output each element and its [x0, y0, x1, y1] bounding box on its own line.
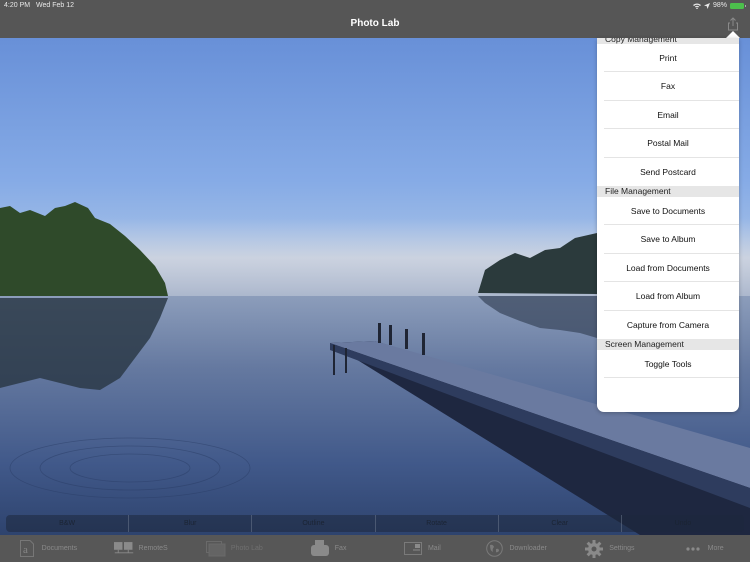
location-icon — [703, 2, 710, 9]
bw-filter-button[interactable]: B&W — [6, 515, 130, 532]
menu-item-capture-from-camera[interactable]: Capture from Camera — [604, 311, 739, 339]
tab-fax[interactable]: Fax — [281, 535, 375, 562]
menu-item-print[interactable]: Print — [604, 44, 739, 73]
photos-icon — [205, 540, 226, 558]
tab-label: RemoteS — [138, 545, 168, 552]
filter-toolbar: B&W Blur Outline Rotate Clear Undo — [6, 515, 744, 532]
tab-label: Mail — [427, 545, 441, 552]
menu-item-fax[interactable]: Fax — [604, 72, 739, 101]
tab-photo-lab[interactable]: Photo Lab — [188, 535, 282, 562]
gear-icon — [584, 539, 604, 558]
top-bar: 4:20 PM Wed Feb 12 98% Photo Lab — [0, 0, 750, 38]
tab-remotes[interactable]: RemoteS — [94, 535, 188, 562]
popover-arrow — [726, 31, 740, 38]
menu-item-save-to-album[interactable]: Save to Album — [604, 225, 739, 254]
tab-label: Documents — [41, 545, 78, 552]
rotate-button[interactable]: Rotate — [376, 515, 499, 532]
document-icon: a — [17, 540, 37, 558]
tab-label: Fax — [334, 545, 347, 552]
clear-button[interactable]: Clear — [499, 515, 622, 532]
page-title: Photo Lab — [350, 18, 400, 29]
menu-item-postal-mail[interactable]: Postal Mail — [604, 129, 739, 158]
svg-text:a: a — [23, 544, 28, 556]
tab-bar: a Documents RemoteS Photo Lab Fax Mail D… — [0, 535, 750, 562]
menu-item-load-from-album[interactable]: Load from Album — [604, 282, 739, 311]
status-indicators: 98% — [692, 2, 746, 9]
outline-filter-button[interactable]: Outline — [252, 515, 376, 532]
tab-documents[interactable]: a Documents — [0, 535, 94, 562]
menu-item-send-postcard[interactable]: Send Postcard — [604, 158, 739, 186]
actions-popover: Copy Management Print Fax Email Postal M… — [597, 38, 739, 412]
fax-icon — [310, 539, 330, 558]
more-icon — [683, 540, 703, 558]
battery-percent: 98% — [712, 2, 727, 9]
status-date: Wed Feb 12 — [36, 2, 75, 9]
status-time: 4:20 PM — [4, 2, 31, 9]
tab-downloader[interactable]: Downloader — [469, 535, 563, 562]
tab-label: Photo Lab — [230, 545, 263, 552]
battery-icon — [730, 2, 746, 9]
share-icon[interactable] — [726, 17, 740, 31]
network-icon — [113, 540, 134, 558]
menu-item-email[interactable]: Email — [604, 101, 739, 130]
menu-item-toggle-tools[interactable]: Toggle Tools — [604, 350, 739, 379]
tab-label: More — [707, 545, 724, 552]
blur-filter-button[interactable]: Blur — [129, 515, 253, 532]
undo-button[interactable]: Undo — [622, 515, 744, 532]
tab-more[interactable]: More — [656, 535, 750, 562]
section-header-screen-management: Screen Management — [597, 338, 739, 350]
tab-label: Downloader — [509, 545, 547, 552]
section-header-file-management: File Management — [597, 185, 739, 197]
menu-item-load-from-documents[interactable]: Load from Documents — [604, 254, 739, 283]
globe-icon — [484, 540, 504, 558]
menu-item-save-to-documents[interactable]: Save to Documents — [604, 197, 739, 226]
tab-label: Settings — [609, 545, 635, 552]
wifi-icon — [692, 3, 701, 9]
tab-settings[interactable]: Settings — [563, 535, 657, 562]
tab-mail[interactable]: Mail — [375, 535, 469, 562]
mail-icon — [403, 540, 423, 558]
